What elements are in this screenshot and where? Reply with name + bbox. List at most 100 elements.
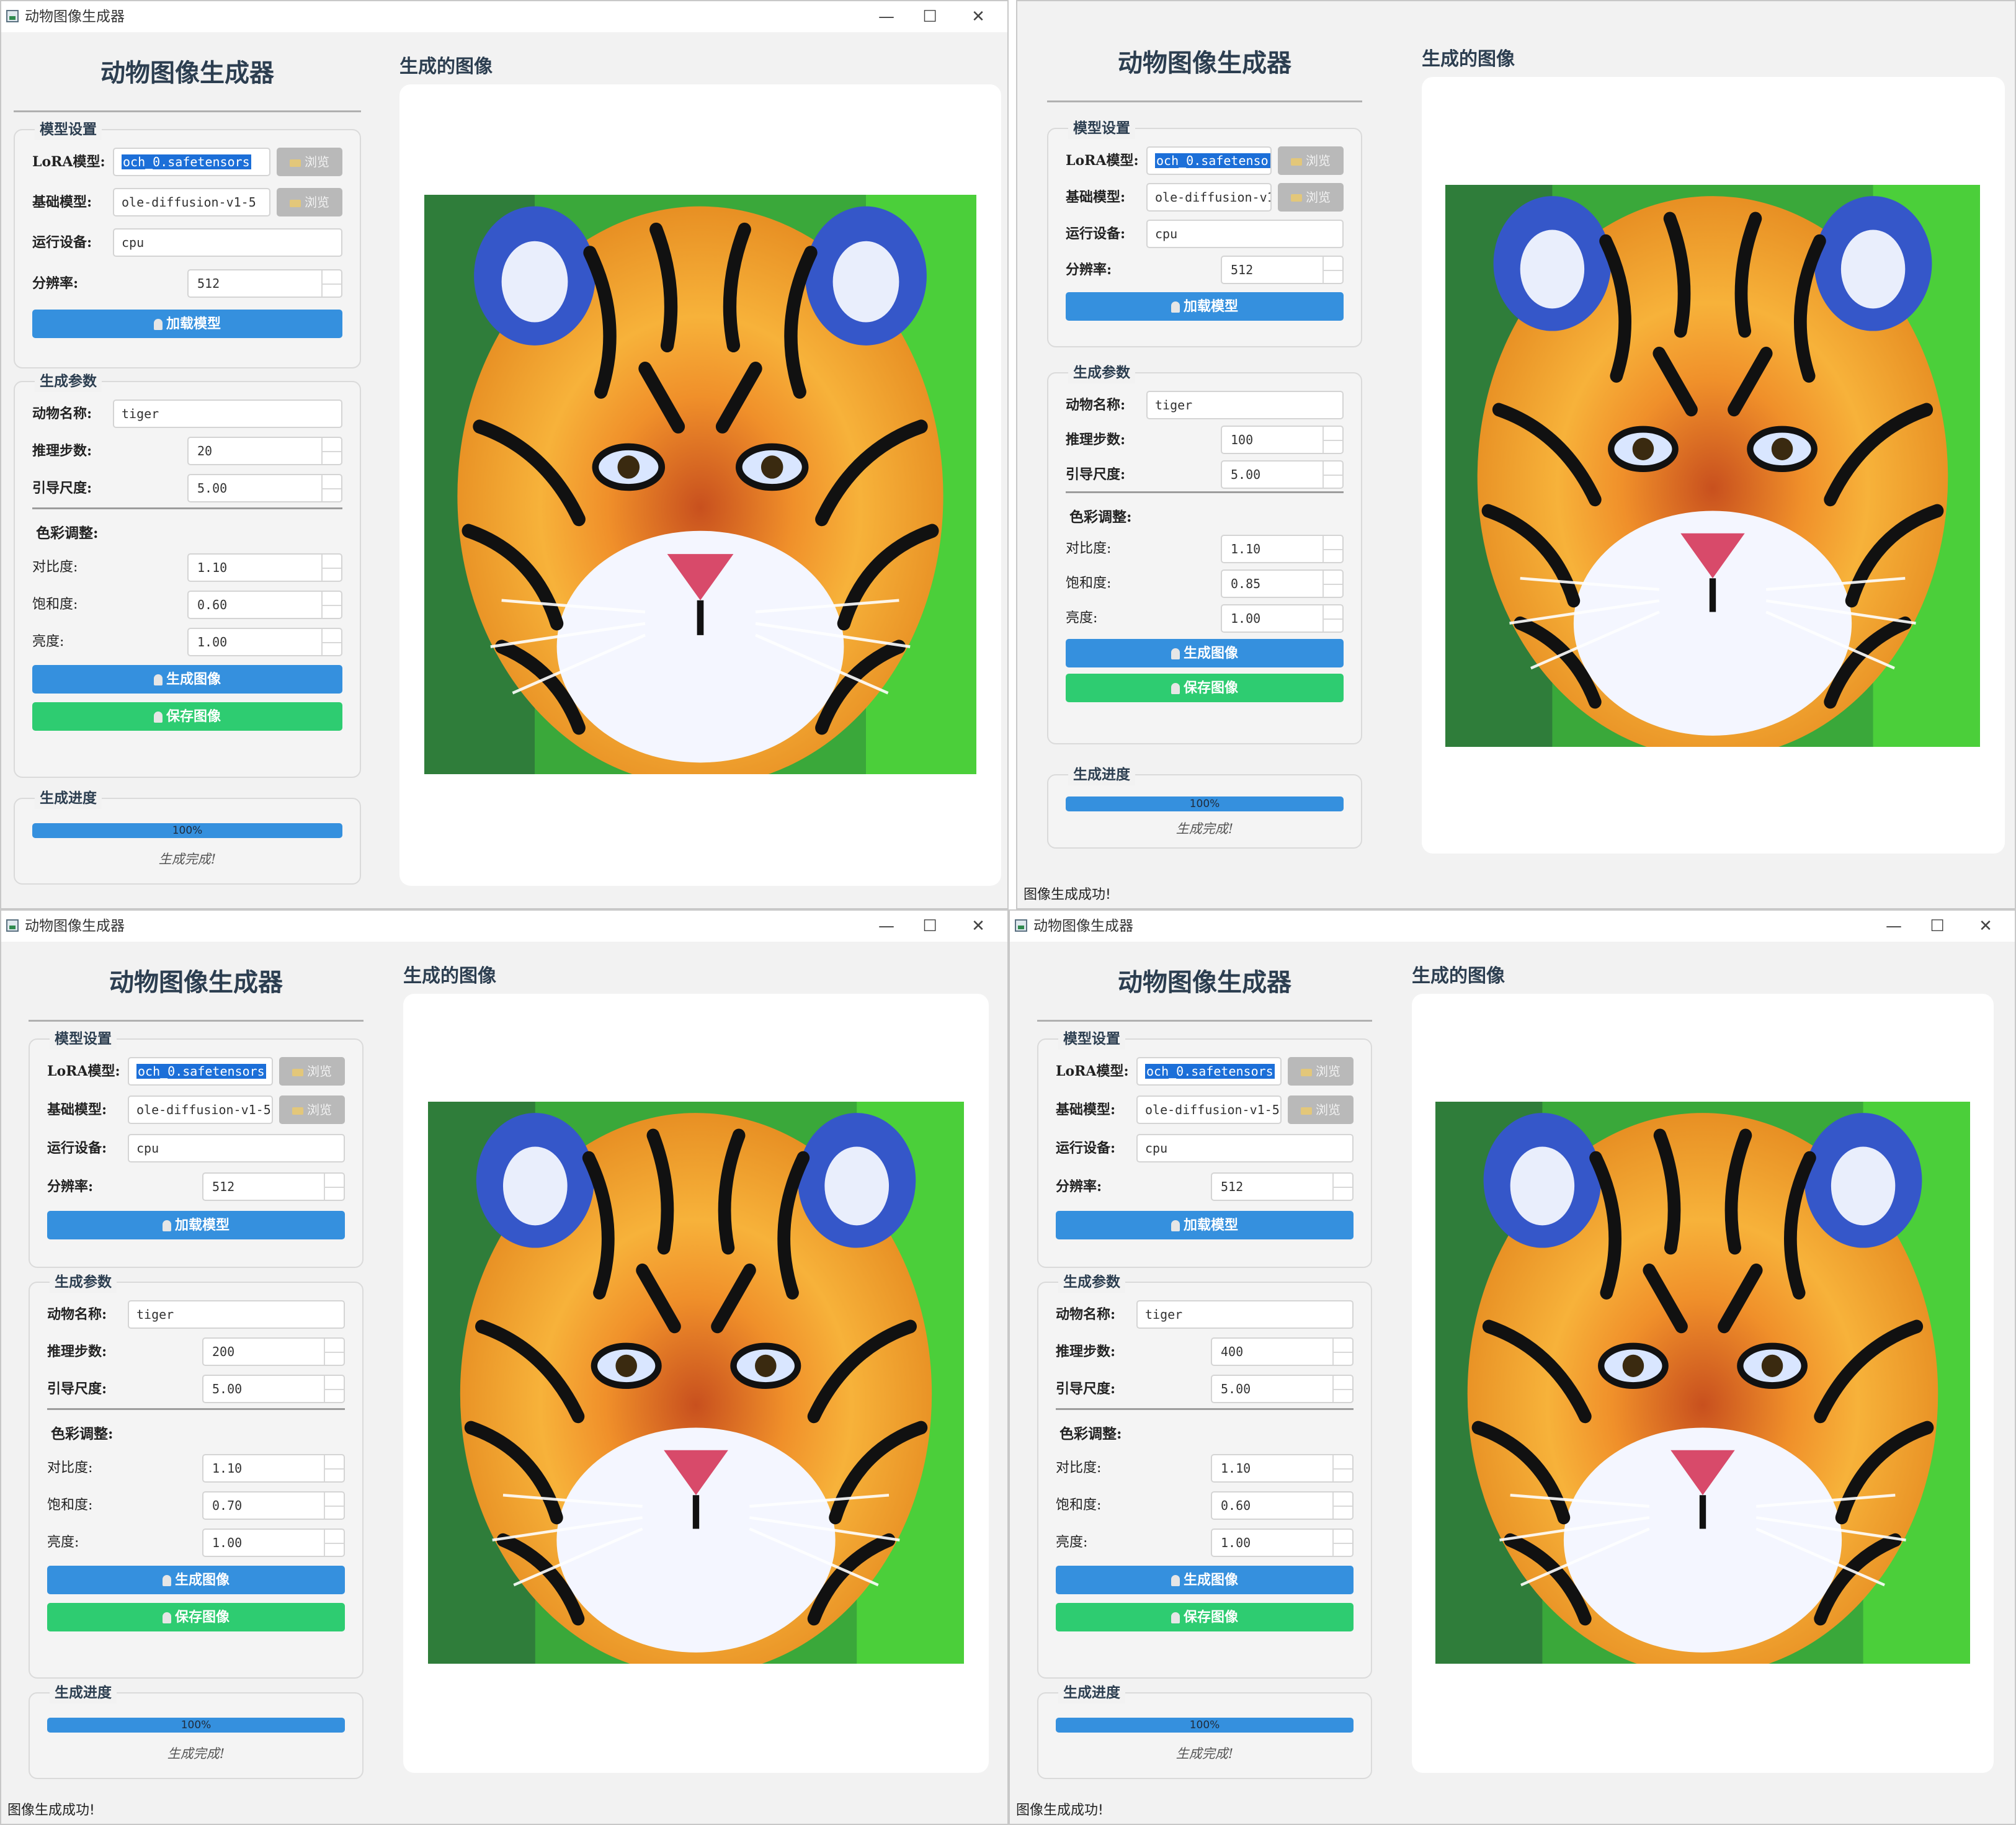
- browse-lora-button[interactable]: 浏览: [277, 148, 342, 176]
- save-image-button[interactable]: 保存图像: [32, 702, 342, 731]
- browse-lora-button[interactable]: 浏览: [279, 1057, 345, 1086]
- lora-label: LoRA模型:: [47, 1063, 120, 1079]
- guidance-stepper[interactable]: [321, 475, 341, 501]
- guidance-stepper[interactable]: [324, 1376, 344, 1402]
- folder-icon: [1291, 158, 1302, 166]
- load-model-button[interactable]: 加载模型: [1066, 292, 1344, 321]
- maximize-icon[interactable]: ☐: [908, 913, 952, 939]
- close-icon[interactable]: ✕: [1964, 913, 2007, 939]
- contrast-spinbox[interactable]: 1.10: [202, 1454, 345, 1483]
- browse-lora-button[interactable]: 浏览: [1288, 1057, 1354, 1086]
- animal-name-input[interactable]: tiger: [1146, 391, 1344, 419]
- contrast-spinbox[interactable]: 1.10: [1211, 1454, 1354, 1483]
- resolution-spinbox[interactable]: 512: [202, 1172, 345, 1201]
- contrast-stepper[interactable]: [321, 555, 341, 581]
- resolution-stepper[interactable]: [324, 1174, 344, 1200]
- lora-model-input[interactable]: och_0.safetensors: [1136, 1057, 1282, 1086]
- saturation-spinbox[interactable]: 0.60: [187, 591, 342, 619]
- maximize-icon[interactable]: ☐: [1916, 913, 1959, 939]
- resolution-spinbox[interactable]: 512: [187, 269, 342, 298]
- steps-spinbox[interactable]: 20: [187, 437, 342, 465]
- animal-name-input[interactable]: tiger: [128, 1300, 345, 1329]
- resolution-spinbox[interactable]: 512: [1221, 256, 1344, 285]
- guidance-spinbox[interactable]: 5.00: [202, 1375, 345, 1403]
- browse-base-label: 浏览: [305, 195, 329, 210]
- steps-stepper[interactable]: [324, 1339, 344, 1365]
- browse-lora-button[interactable]: 浏览: [1278, 146, 1344, 175]
- device-input[interactable]: cpu: [113, 228, 342, 257]
- base-model-input[interactable]: ole-diffusion-v1-5: [113, 188, 270, 217]
- lora-model-value: och_0.safetensors: [1155, 153, 1270, 168]
- generate-image-button[interactable]: 生成图像: [1066, 639, 1344, 667]
- browse-base-button[interactable]: 浏览: [1288, 1095, 1354, 1124]
- resolution-spinbox[interactable]: 512: [1211, 1172, 1354, 1201]
- saturation-value: 0.85: [1231, 576, 1261, 591]
- contrast-stepper[interactable]: [324, 1455, 344, 1481]
- load-model-button[interactable]: 加载模型: [32, 309, 342, 338]
- save-image-button[interactable]: 保存图像: [1066, 674, 1344, 702]
- load-model-button[interactable]: 加载模型: [47, 1211, 345, 1239]
- brightness-stepper[interactable]: [324, 1530, 344, 1556]
- guidance-spinbox[interactable]: 5.00: [1221, 460, 1344, 489]
- resolution-stepper[interactable]: [1322, 257, 1342, 283]
- saturation-stepper[interactable]: [324, 1493, 344, 1519]
- contrast-spinbox[interactable]: 1.10: [187, 553, 342, 582]
- base-model-input[interactable]: ole-diffusion-v1-5: [1136, 1095, 1282, 1124]
- lora-model-input[interactable]: och_0.safetensors: [128, 1057, 273, 1086]
- steps-stepper[interactable]: [321, 438, 341, 464]
- saturation-stepper[interactable]: [1322, 571, 1342, 597]
- save-image-button[interactable]: 保存图像: [47, 1603, 345, 1631]
- generate-image-button[interactable]: 生成图像: [1056, 1566, 1354, 1594]
- base-model-input[interactable]: ole-diffusion-v1-5: [128, 1095, 273, 1124]
- minimize-icon[interactable]: —: [1872, 913, 1916, 939]
- device-input[interactable]: cpu: [128, 1134, 345, 1162]
- generate-image-button[interactable]: 生成图像: [47, 1566, 345, 1594]
- animal-name-input[interactable]: tiger: [113, 399, 342, 428]
- steps-spinbox[interactable]: 200: [202, 1337, 345, 1366]
- animal-name-input[interactable]: tiger: [1136, 1300, 1354, 1329]
- base-model-input[interactable]: ole-diffusion-v1-5: [1146, 182, 1272, 212]
- close-icon[interactable]: ✕: [957, 4, 1000, 30]
- device-input[interactable]: cpu: [1146, 219, 1344, 248]
- lora-model-input[interactable]: och_0.safetensors: [113, 148, 270, 176]
- guidance-spinbox[interactable]: 5.00: [1211, 1375, 1354, 1403]
- resolution-stepper[interactable]: [321, 270, 341, 297]
- minimize-icon[interactable]: —: [865, 4, 908, 30]
- contrast-spinbox[interactable]: 1.10: [1221, 535, 1344, 563]
- brightness-spinbox[interactable]: 1.00: [1221, 604, 1344, 633]
- save-image-button[interactable]: 保存图像: [1056, 1603, 1354, 1631]
- brightness-spinbox[interactable]: 1.00: [202, 1528, 345, 1557]
- guidance-spinbox[interactable]: 5.00: [187, 474, 342, 502]
- saturation-stepper[interactable]: [321, 592, 341, 618]
- guidance-stepper[interactable]: [1322, 462, 1342, 488]
- device-input[interactable]: cpu: [1136, 1134, 1354, 1162]
- brightness-stepper[interactable]: [321, 629, 341, 655]
- steps-stepper[interactable]: [1332, 1339, 1352, 1365]
- steps-spinbox[interactable]: 400: [1211, 1337, 1354, 1366]
- contrast-stepper[interactable]: [1322, 536, 1342, 562]
- device-label: 运行设备:: [1066, 225, 1126, 242]
- contrast-stepper[interactable]: [1332, 1455, 1352, 1481]
- saturation-spinbox[interactable]: 0.70: [202, 1491, 345, 1520]
- brightness-stepper[interactable]: [1332, 1530, 1352, 1556]
- brightness-spinbox[interactable]: 1.00: [1211, 1528, 1354, 1557]
- minimize-icon[interactable]: —: [865, 913, 908, 939]
- close-icon[interactable]: ✕: [957, 913, 1000, 939]
- maximize-icon[interactable]: ☐: [908, 4, 952, 30]
- guidance-stepper[interactable]: [1332, 1376, 1352, 1402]
- saturation-spinbox[interactable]: 0.85: [1221, 569, 1344, 598]
- brightness-spinbox[interactable]: 1.00: [187, 628, 342, 656]
- guidance-row: 引导尺度: 5.00: [32, 474, 342, 502]
- saturation-spinbox[interactable]: 0.60: [1211, 1491, 1354, 1520]
- steps-stepper[interactable]: [1322, 427, 1342, 453]
- load-model-button[interactable]: 加载模型: [1056, 1211, 1354, 1239]
- steps-spinbox[interactable]: 100: [1221, 426, 1344, 454]
- generate-image-button[interactable]: 生成图像: [32, 665, 342, 694]
- browse-base-button[interactable]: 浏览: [279, 1095, 345, 1124]
- brightness-stepper[interactable]: [1322, 605, 1342, 631]
- saturation-stepper[interactable]: [1332, 1493, 1352, 1519]
- browse-base-button[interactable]: 浏览: [1278, 182, 1344, 212]
- resolution-stepper[interactable]: [1332, 1174, 1352, 1200]
- browse-base-button[interactable]: 浏览: [277, 188, 342, 217]
- lora-model-input[interactable]: och_0.safetensors: [1146, 146, 1272, 175]
